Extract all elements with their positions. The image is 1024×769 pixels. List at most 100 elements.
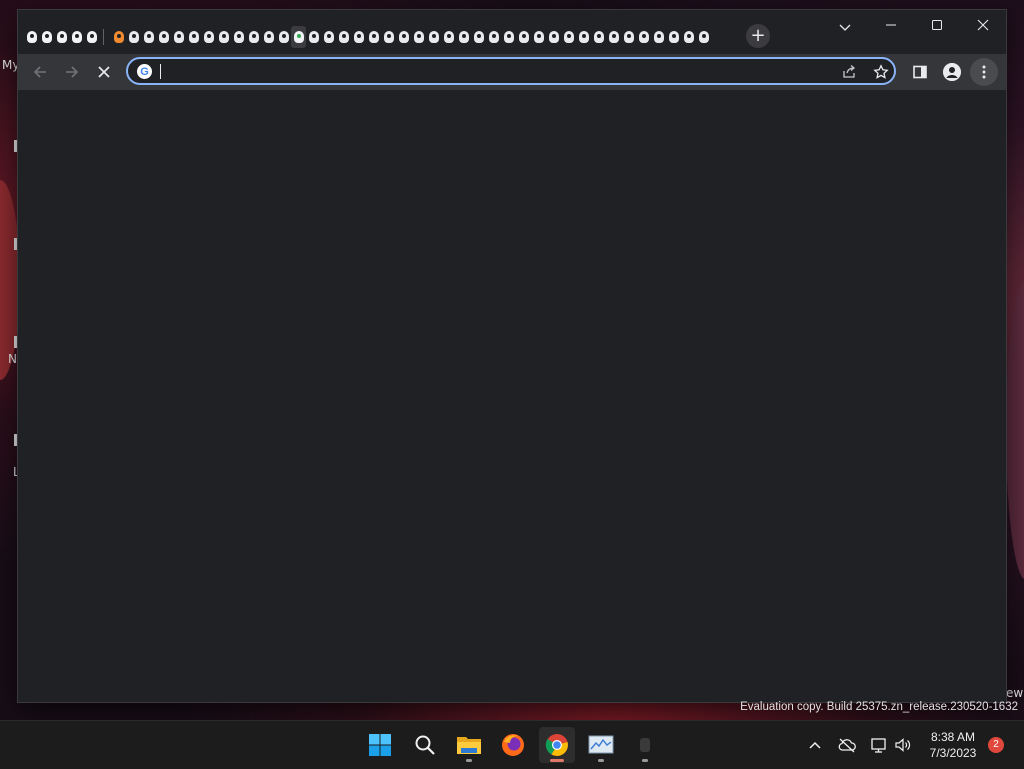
volume-button[interactable] <box>893 735 913 755</box>
browser-tab[interactable] <box>111 26 126 48</box>
tab-favicon-icon <box>188 31 199 43</box>
show-hidden-icons-button[interactable] <box>805 735 825 755</box>
browser-tab[interactable] <box>441 26 456 48</box>
pinned-tab[interactable] <box>39 26 54 48</box>
browser-tab[interactable] <box>156 26 171 48</box>
tab-favicon-icon <box>128 31 139 43</box>
title-bar[interactable]: + <box>18 10 1006 54</box>
browser-tab[interactable] <box>291 26 306 48</box>
tab-favicon-icon <box>473 31 484 43</box>
browser-tab[interactable] <box>666 26 681 48</box>
browser-tab[interactable] <box>366 26 381 48</box>
browser-tab[interactable] <box>501 26 516 48</box>
pinned-tab[interactable] <box>24 26 39 48</box>
maximize-button[interactable] <box>914 10 960 40</box>
new-tab-button[interactable]: + <box>746 24 770 48</box>
browser-tab[interactable] <box>306 26 321 48</box>
browser-tab[interactable] <box>126 26 141 48</box>
firefox-button[interactable] <box>495 727 531 763</box>
stop-loading-button[interactable] <box>90 58 118 86</box>
close-window-button[interactable] <box>960 10 1006 40</box>
browser-tab[interactable] <box>531 26 546 48</box>
firefox-icon <box>502 734 524 756</box>
tab-favicon-icon <box>638 31 649 43</box>
forward-button[interactable] <box>58 58 86 86</box>
bookmark-button[interactable] <box>870 62 892 82</box>
start-button[interactable] <box>362 727 398 763</box>
tab-favicon-icon <box>653 31 664 43</box>
browser-tab[interactable] <box>471 26 486 48</box>
tab-favicon-icon <box>56 31 67 43</box>
browser-tab[interactable] <box>351 26 366 48</box>
minimize-icon <box>886 24 896 26</box>
running-indicator <box>550 759 564 762</box>
browser-tab[interactable] <box>186 26 201 48</box>
browser-tab[interactable] <box>321 26 336 48</box>
pinned-tab[interactable] <box>54 26 69 48</box>
resource-monitor-button[interactable] <box>583 727 619 763</box>
browser-tab[interactable] <box>426 26 441 48</box>
browser-tab[interactable] <box>231 26 246 48</box>
tab-favicon-icon <box>143 31 154 43</box>
browser-tab[interactable] <box>201 26 216 48</box>
search-button[interactable] <box>407 727 443 763</box>
browser-tab[interactable] <box>171 26 186 48</box>
browser-tab[interactable] <box>651 26 666 48</box>
tab-search-button[interactable] <box>834 16 856 38</box>
browser-tab[interactable] <box>561 26 576 48</box>
address-input[interactable] <box>158 62 798 80</box>
browser-tab[interactable] <box>636 26 651 48</box>
file-explorer-button[interactable] <box>451 727 487 763</box>
network-button[interactable] <box>869 735 889 755</box>
pinned-tab[interactable] <box>84 26 99 48</box>
browser-tab[interactable] <box>246 26 261 48</box>
tab-favicon-icon <box>578 31 589 43</box>
desktop-icon-label: My <box>2 58 20 72</box>
browser-tab[interactable] <box>681 26 696 48</box>
page-content[interactable] <box>18 90 1006 702</box>
clock[interactable]: 8:38 AM 7/3/2023 <box>920 729 986 761</box>
chrome-button[interactable] <box>539 727 575 763</box>
address-bar[interactable]: G <box>126 57 896 85</box>
tab-favicon-icon <box>263 31 274 43</box>
browser-tab[interactable] <box>276 26 291 48</box>
browser-tab[interactable] <box>576 26 591 48</box>
browser-tab[interactable] <box>216 26 231 48</box>
browser-tab[interactable] <box>606 26 621 48</box>
browser-tab[interactable] <box>411 26 426 48</box>
tab-favicon-icon <box>308 31 319 43</box>
share-icon <box>843 65 856 78</box>
browser-tab[interactable] <box>456 26 471 48</box>
side-panel-button[interactable] <box>906 58 934 86</box>
browser-tab[interactable] <box>621 26 636 48</box>
maximize-icon <box>932 20 942 30</box>
browser-tab[interactable] <box>141 26 156 48</box>
browser-tab[interactable] <box>336 26 351 48</box>
browser-tab[interactable] <box>591 26 606 48</box>
browser-toolbar: G <box>18 54 1006 90</box>
desktop-icon-label: ew <box>1006 686 1024 700</box>
back-button[interactable] <box>26 58 54 86</box>
minimize-button[interactable] <box>868 10 914 40</box>
onedrive-button[interactable] <box>837 735 857 755</box>
browser-tab[interactable] <box>381 26 396 48</box>
browser-tab[interactable] <box>396 26 411 48</box>
browser-tab[interactable] <box>546 26 561 48</box>
share-button[interactable] <box>838 62 860 82</box>
tab-favicon-icon <box>41 31 52 43</box>
tab-favicon-icon <box>533 31 544 43</box>
app-button[interactable] <box>627 727 663 763</box>
menu-button[interactable] <box>970 58 998 86</box>
desktop-wallpaper-shape <box>0 180 20 380</box>
browser-tab[interactable] <box>516 26 531 48</box>
profile-button[interactable] <box>938 58 966 86</box>
browser-tab[interactable] <box>696 26 711 48</box>
browser-tab[interactable] <box>261 26 276 48</box>
tab-favicon-icon <box>623 31 634 43</box>
browser-tab[interactable] <box>486 26 501 48</box>
pinned-tab[interactable] <box>69 26 84 48</box>
tab-favicon-icon <box>593 31 604 43</box>
notification-badge[interactable]: 2 <box>988 737 1004 753</box>
tab-favicon-icon <box>608 31 619 43</box>
more-vert-icon <box>982 65 986 79</box>
